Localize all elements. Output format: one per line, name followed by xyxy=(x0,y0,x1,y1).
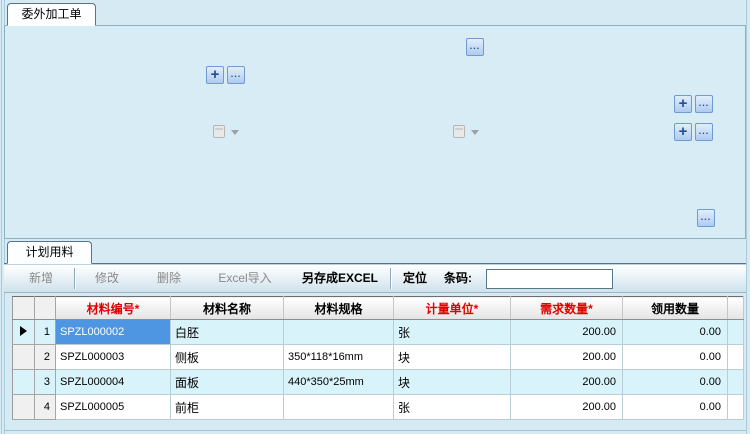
row-number-cell: 3 xyxy=(35,370,56,395)
table-header-row: 材料编号* 材料名称 材料规格 计量单位* 需求数量* 领用数量 xyxy=(13,297,744,320)
stub-cell xyxy=(728,370,744,395)
row-number-header xyxy=(35,297,56,320)
material-code-cell[interactable]: SPZL000005 xyxy=(56,395,171,420)
material-code-cell[interactable]: SPZL000003 xyxy=(56,345,171,370)
material-name-cell[interactable]: 前柜 xyxy=(171,395,284,420)
toolbar-separator xyxy=(74,268,75,289)
unit-cell[interactable]: 张 xyxy=(394,320,511,345)
unit-cell[interactable]: 块 xyxy=(394,345,511,370)
tab-planned-materials[interactable]: 计划用料 xyxy=(7,241,92,264)
col-header-unit[interactable]: 计量单位* xyxy=(394,297,511,320)
required-qty-cell[interactable]: 200.00 xyxy=(511,395,623,420)
unit-cell[interactable]: 块 xyxy=(394,370,511,395)
frame-bottom-line xyxy=(4,430,746,431)
delete-row-button[interactable]: 删除 xyxy=(140,265,198,292)
row-indicator-cell xyxy=(13,395,35,420)
dropdown-arrow-icon[interactable] xyxy=(471,130,479,135)
required-qty-cell[interactable]: 200.00 xyxy=(511,370,623,395)
required-qty-cell[interactable]: 200.00 xyxy=(511,345,623,370)
row-number-cell: 4 xyxy=(35,395,56,420)
add-row-button[interactable]: 新增 xyxy=(10,265,72,292)
outsource-factory-add-icon[interactable]: + xyxy=(674,95,692,113)
production-plan-browse-icon[interactable]: ... xyxy=(466,38,484,56)
locate-button[interactable]: 定位 xyxy=(392,265,438,292)
row-indicator-cell xyxy=(13,320,35,345)
material-spec-cell[interactable] xyxy=(284,320,394,345)
goods-code-browse-icon[interactable]: ... xyxy=(227,66,245,84)
worker-browse-icon[interactable]: ... xyxy=(695,123,713,141)
table-row[interactable]: 4 SPZL000005 前柜 张 200.00 0.00 xyxy=(13,395,744,420)
col-header-stub xyxy=(728,297,744,320)
material-spec-cell[interactable] xyxy=(284,395,394,420)
calendar-icon[interactable] xyxy=(213,125,225,138)
process-route-browse-icon[interactable]: ... xyxy=(697,209,715,227)
material-name-cell[interactable]: 侧板 xyxy=(171,345,284,370)
dropdown-arrow-icon[interactable] xyxy=(231,130,239,135)
table-row[interactable]: 2 SPZL000003 侧板 350*118*16mm 块 200.00 0.… xyxy=(13,345,744,370)
table-row[interactable]: 1 SPZL000002 白胚 张 200.00 0.00 xyxy=(13,320,744,345)
frame-right-line xyxy=(746,0,747,434)
worker-add-icon[interactable]: + xyxy=(674,123,692,141)
material-code-cell[interactable]: SPZL000002 xyxy=(56,320,171,345)
goods-code-add-icon[interactable]: + xyxy=(206,66,224,84)
outsource-factory-browse-icon[interactable]: ... xyxy=(695,95,713,113)
material-spec-cell[interactable]: 440*350*25mm xyxy=(284,370,394,395)
row-number-cell: 1 xyxy=(35,320,56,345)
issued-qty-cell[interactable]: 0.00 xyxy=(623,395,728,420)
caret-right-icon xyxy=(20,326,27,336)
barcode-label: 条码: xyxy=(444,265,484,292)
stub-cell xyxy=(728,320,744,345)
row-indicator-header xyxy=(13,297,35,320)
excel-import-button[interactable]: Excel导入 xyxy=(200,265,290,292)
required-qty-cell[interactable]: 200.00 xyxy=(511,320,623,345)
export-excel-button[interactable]: 另存成EXCEL xyxy=(292,265,388,292)
col-header-material-code[interactable]: 材料编号* xyxy=(56,297,171,320)
material-code-cell[interactable]: SPZL000004 xyxy=(56,370,171,395)
materials-toolbar: 新增 修改 删除 Excel导入 另存成EXCEL 定位 条码: xyxy=(4,264,746,293)
table-row[interactable]: 3 SPZL000004 面板 440*350*25mm 块 200.00 0.… xyxy=(13,370,744,395)
row-number-cell: 2 xyxy=(35,345,56,370)
stub-cell xyxy=(728,345,744,370)
barcode-input[interactable] xyxy=(486,269,613,289)
col-header-material-spec[interactable]: 材料规格 xyxy=(284,297,394,320)
material-name-cell[interactable]: 白胚 xyxy=(171,320,284,345)
unit-cell[interactable]: 张 xyxy=(394,395,511,420)
row-indicator-cell xyxy=(13,370,35,395)
materials-table: 材料编号* 材料名称 材料规格 计量单位* 需求数量* 领用数量 1 SPZL0… xyxy=(12,296,744,420)
order-form-panel xyxy=(4,25,746,239)
issued-qty-cell[interactable]: 0.00 xyxy=(623,370,728,395)
material-name-cell[interactable]: 面板 xyxy=(171,370,284,395)
outsourcing-order-window: 委外加工单 加工单号: SCJH201505150001/JG0 * 生产计划:… xyxy=(0,0,750,434)
calendar-icon[interactable] xyxy=(453,125,465,138)
toolbar-separator xyxy=(390,268,391,289)
frame-left-line xyxy=(1,0,2,434)
stub-cell xyxy=(728,395,744,420)
issued-qty-cell[interactable]: 0.00 xyxy=(623,345,728,370)
material-spec-cell[interactable]: 350*118*16mm xyxy=(284,345,394,370)
edit-row-button[interactable]: 修改 xyxy=(76,265,138,292)
tabstrip-divider xyxy=(4,263,746,264)
col-header-required-qty[interactable]: 需求数量* xyxy=(511,297,623,320)
row-indicator-cell xyxy=(13,345,35,370)
tab-outsourcing-order[interactable]: 委外加工单 xyxy=(7,3,96,26)
col-header-issued-qty[interactable]: 领用数量 xyxy=(623,297,728,320)
issued-qty-cell[interactable]: 0.00 xyxy=(623,320,728,345)
col-header-material-name[interactable]: 材料名称 xyxy=(171,297,284,320)
